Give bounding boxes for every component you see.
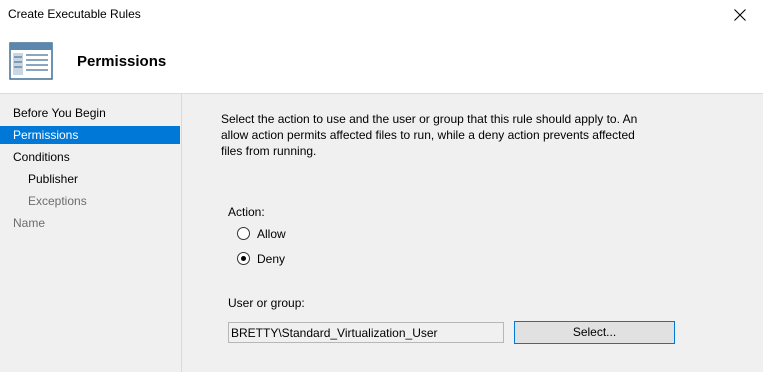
allow-radio-label[interactable]: Allow [257,225,286,243]
sidebar-item-before-you-begin[interactable]: Before You Begin [0,104,193,122]
deny-radio-button[interactable] [237,252,250,265]
sidebar-item-conditions[interactable]: Conditions [0,148,193,166]
wizard-window-icon [9,42,53,80]
wizard-header: Permissions [0,30,763,94]
title-bar: Create Executable Rules [0,0,763,30]
sidebar-item-permissions[interactable]: Permissions [0,126,180,144]
window-title: Create Executable Rules [8,7,141,21]
user-group-label: User or group: [228,296,305,310]
main-panel: Select the action to use and the user or… [182,94,763,372]
wizard-steps-sidebar: Before You Begin Permissions Conditions … [0,94,182,372]
deny-radio-label[interactable]: Deny [257,250,285,268]
select-button[interactable]: Select... [514,321,675,344]
close-button[interactable] [717,0,763,30]
allow-radio-button[interactable] [237,227,250,240]
sidebar-item-exceptions: Exceptions [28,194,87,208]
page-title: Permissions [77,53,167,70]
sidebar-item-name: Name [13,216,46,230]
radio-checked-dot [241,256,246,261]
action-label: Action: [228,205,265,219]
close-icon [734,9,746,21]
intro-text: Select the action to use and the user or… [221,112,638,158]
user-group-field[interactable] [228,322,504,343]
sidebar-item-publisher[interactable]: Publisher [0,170,208,188]
